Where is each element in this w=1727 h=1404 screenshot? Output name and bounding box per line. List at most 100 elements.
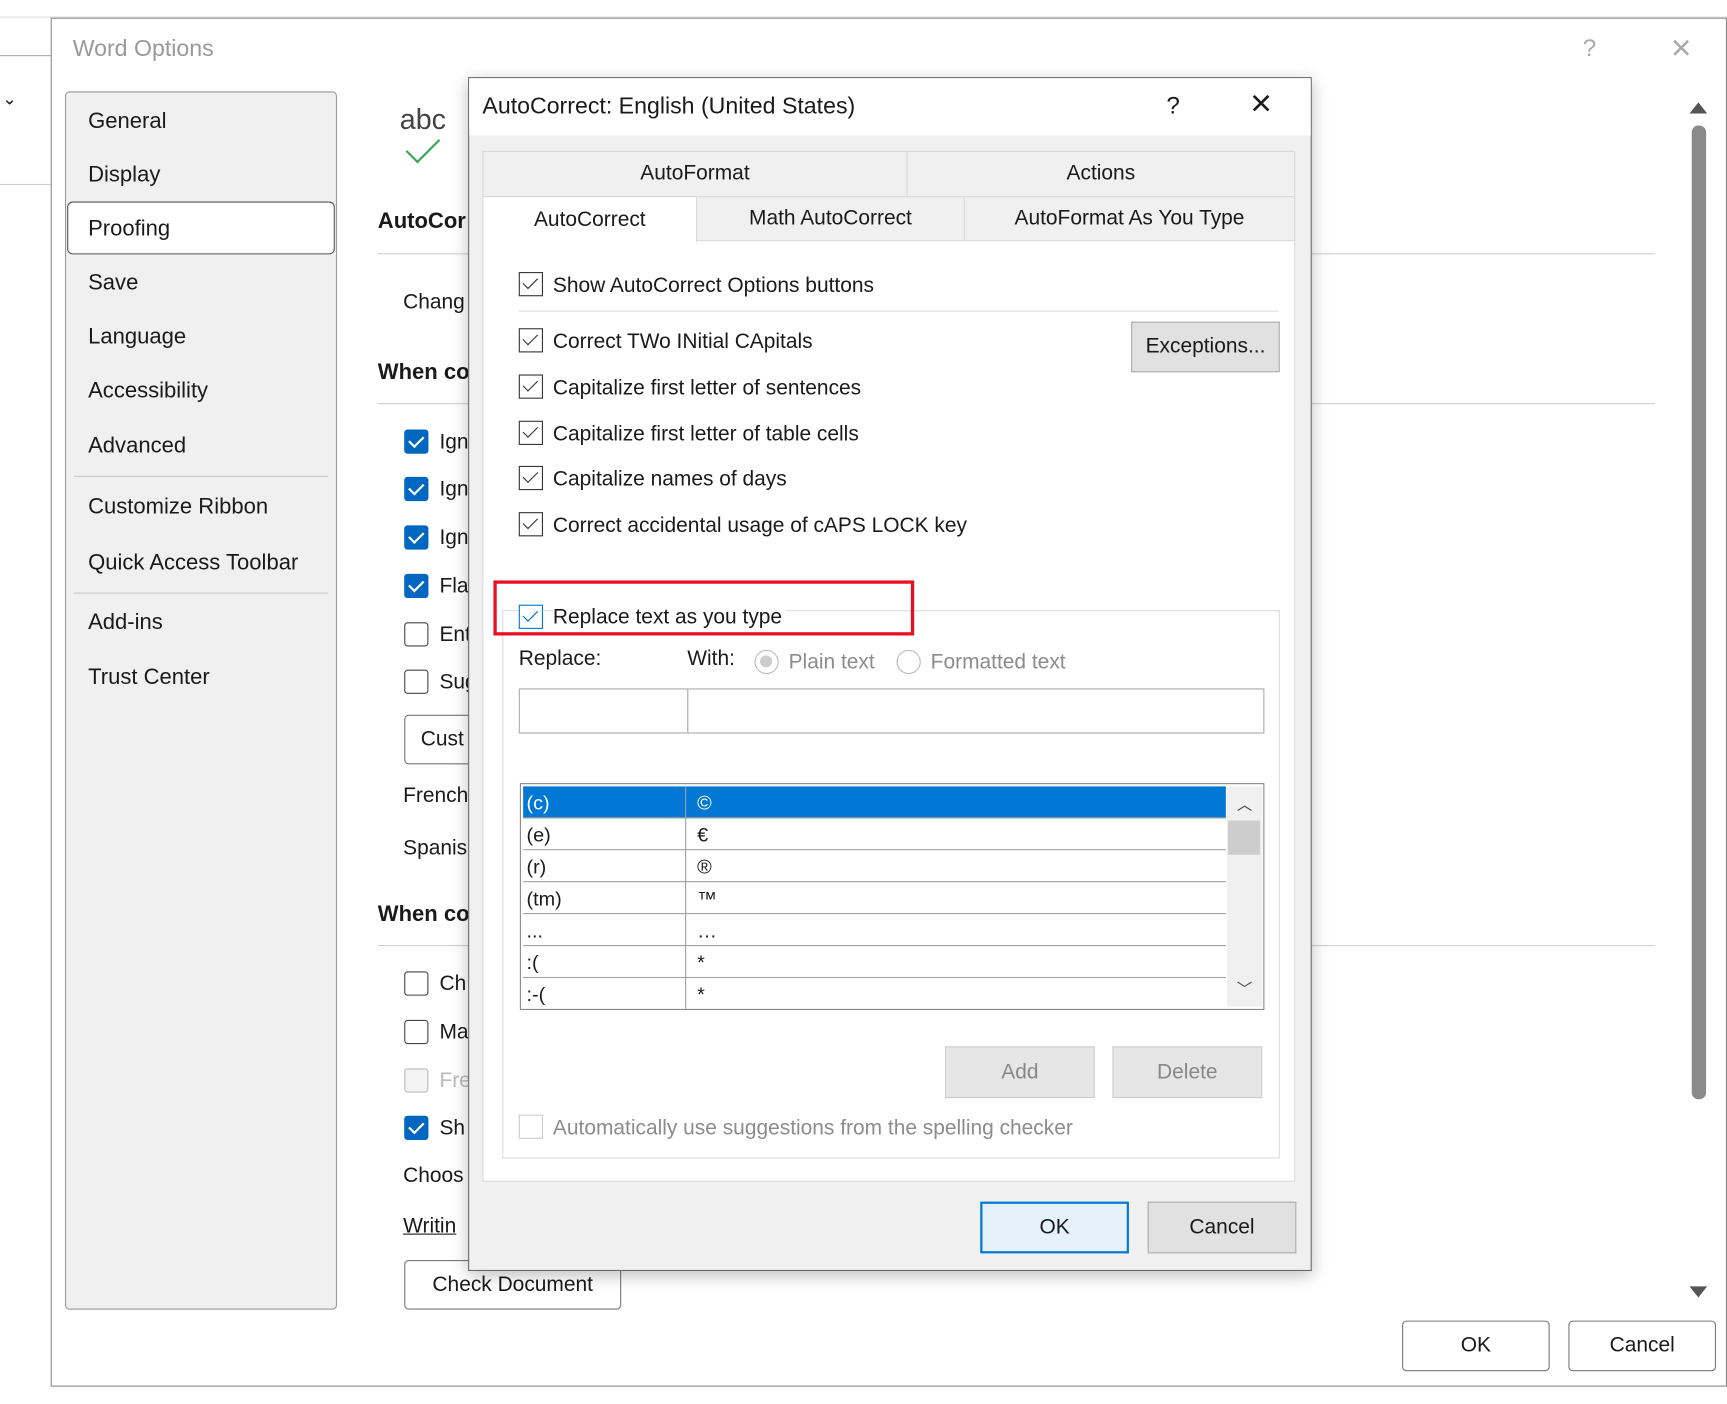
cancel-button[interactable]: Cancel [1147, 1201, 1297, 1254]
column-divider [685, 978, 687, 1009]
option-checkbox[interactable] [404, 429, 429, 454]
nav-accessibility[interactable]: Accessibility [88, 379, 208, 404]
button-label: Exceptions... [1145, 334, 1266, 358]
exceptions-button[interactable]: Exceptions... [1131, 321, 1280, 373]
option-checkbox[interactable] [518, 328, 543, 353]
auto-suggestions-checkbox[interactable] [518, 1114, 543, 1139]
scroll-up-arrow-icon[interactable] [1689, 102, 1708, 114]
tab-autoformat[interactable]: AutoFormat [482, 150, 908, 198]
replacement-row[interactable]: (tm) ™ [523, 882, 1226, 915]
help-button[interactable]: ? [1583, 34, 1596, 63]
formatted-text-radio[interactable] [896, 649, 921, 675]
replace-cell: (c) [526, 791, 550, 814]
option-label: Ent [439, 623, 471, 647]
scrollbar-thumb[interactable] [1691, 125, 1707, 1100]
tab-label: AutoFormat [640, 161, 750, 186]
choose-label: Choos [403, 1164, 464, 1188]
replace-input[interactable] [518, 688, 689, 734]
list-scrollbar[interactable] [1226, 786, 1263, 1007]
nav-add-ins[interactable]: Add-ins [88, 610, 163, 635]
replacement-row[interactable]: (r) ® [523, 850, 1226, 883]
writing-style-link[interactable]: Writin [403, 1215, 456, 1239]
tab-label: Math AutoCorrect [749, 206, 912, 230]
replace-cell: :( [526, 951, 539, 974]
option-checkbox[interactable] [404, 476, 429, 502]
option-label: Ma [439, 1020, 469, 1045]
option-checkbox[interactable] [404, 1115, 429, 1140]
list-scroll-up-icon[interactable]: ︿ [1237, 793, 1252, 815]
tab-autoformat-as-you-type[interactable]: AutoFormat As You Type [963, 196, 1296, 242]
button-label: Cust [420, 727, 464, 751]
tab-math-autocorrect[interactable]: Math AutoCorrect [696, 196, 965, 242]
option-checkbox[interactable] [404, 622, 429, 647]
button-label: Add [1001, 1060, 1039, 1084]
nav-general[interactable]: General [88, 109, 166, 134]
replacement-list[interactable]: (c) © (e) € (r) ® (tm) ™... …:(*:-(* ︿ ﹀ [519, 783, 1265, 1010]
nav-customize-ribbon[interactable]: Customize Ribbon [88, 495, 268, 520]
nav-save[interactable]: Save [88, 271, 138, 296]
option-checkbox[interactable] [404, 525, 429, 550]
formatted-text-label: Formatted text [930, 650, 1066, 675]
add-button[interactable]: Add [945, 1046, 1095, 1099]
delete-button[interactable]: Delete [1112, 1046, 1263, 1099]
option-checkbox[interactable] [518, 465, 543, 491]
ok-button[interactable]: OK [980, 1201, 1129, 1254]
option-label: Fla [439, 574, 469, 599]
divider [518, 310, 1279, 312]
tab-label: Actions [1066, 161, 1136, 186]
button-label: Cancel [1189, 1215, 1255, 1239]
option-label: Capitalize names of days [552, 468, 787, 492]
options-nav: General Display Proofing Save Language A… [64, 91, 338, 1310]
column-divider [685, 882, 687, 915]
close-button[interactable]: × [1250, 83, 1272, 126]
nav-advanced[interactable]: Advanced [88, 434, 186, 459]
column-divider [685, 850, 687, 883]
replacement-row[interactable]: (e) € [523, 818, 1226, 851]
nav-trust-center[interactable]: Trust Center [88, 665, 210, 690]
checkmark-icon [405, 139, 441, 164]
help-button[interactable]: ? [1166, 91, 1179, 120]
option-label: Ign [439, 430, 469, 454]
plain-text-radio[interactable] [754, 649, 779, 675]
replacement-row[interactable]: ...… [523, 914, 1226, 947]
option-checkbox[interactable] [404, 971, 429, 996]
with-cell: © [697, 791, 712, 814]
option-checkbox[interactable] [404, 1068, 429, 1093]
spanish-modes-label: Spanis [403, 837, 468, 861]
option-checkbox[interactable] [518, 374, 543, 399]
replacement-row[interactable]: :(* [523, 946, 1226, 979]
replace-cell: (e) [526, 823, 551, 846]
replacement-row[interactable]: :-(* [523, 978, 1226, 1009]
ok-button[interactable]: OK [1402, 1320, 1550, 1372]
show-options-buttons-label: Show AutoCorrect Options buttons [552, 274, 874, 298]
with-cell: * [697, 983, 705, 1006]
show-options-buttons-checkbox[interactable] [518, 272, 543, 297]
with-cell: € [697, 823, 709, 846]
list-scrollbar-thumb[interactable] [1228, 820, 1261, 855]
nav-display[interactable]: Display [88, 163, 160, 188]
scroll-down-arrow-icon[interactable] [1689, 1286, 1708, 1298]
nav-language[interactable]: Language [88, 325, 186, 350]
cancel-button[interactable]: Cancel [1568, 1320, 1716, 1372]
nav-proofing[interactable]: Proofing [88, 217, 170, 242]
close-button[interactable]: × [1671, 28, 1692, 69]
highlight-box [493, 580, 915, 636]
replace-cell: (r) [526, 855, 547, 878]
option-checkbox[interactable] [404, 669, 429, 694]
option-label: Ch [439, 972, 467, 996]
option-label: Fre [439, 1069, 471, 1093]
list-scroll-down-icon[interactable]: ﹀ [1237, 978, 1252, 1000]
with-input[interactable] [687, 688, 1265, 734]
option-label: Correct accidental usage of cAPS LOCK ke… [552, 514, 967, 538]
option-checkbox[interactable] [518, 512, 543, 537]
nav-quick-access-toolbar[interactable]: Quick Access Toolbar [88, 551, 298, 576]
tab-autocorrect[interactable]: AutoCorrect [482, 196, 698, 243]
plain-text-label: Plain text [788, 650, 875, 675]
tab-actions[interactable]: Actions [906, 150, 1296, 198]
option-checkbox[interactable] [518, 420, 543, 445]
proofing-abc-icon: abc [399, 102, 446, 136]
tab-label: AutoFormat As You Type [1014, 206, 1245, 230]
option-checkbox[interactable] [404, 1019, 429, 1045]
option-checkbox[interactable] [404, 573, 429, 599]
replacement-row[interactable]: (c) © [523, 786, 1226, 819]
